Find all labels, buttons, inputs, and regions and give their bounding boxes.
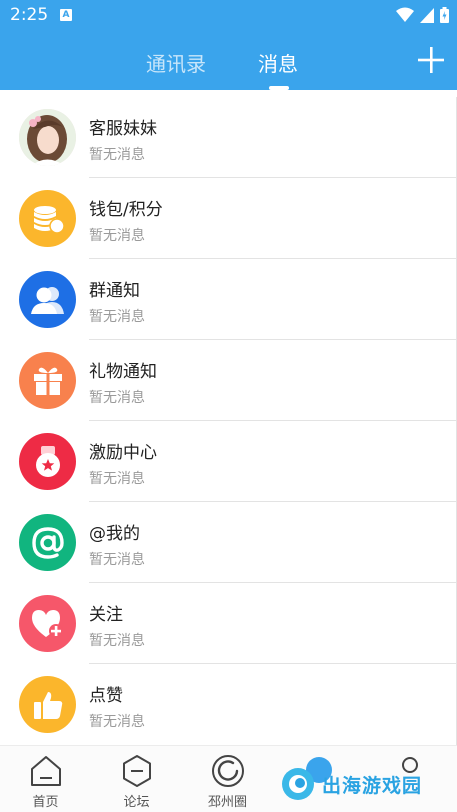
status-bar: 2:25 A (0, 0, 457, 30)
item-subtitle: 暂无消息 (89, 147, 145, 163)
avatar (19, 109, 76, 166)
item-subtitle: 暂无消息 (89, 309, 145, 325)
list-item-mentions[interactable]: @我的 暂无消息 (0, 502, 456, 583)
item-title: 客服妹妹 (89, 119, 157, 139)
item-subtitle: 暂无消息 (89, 471, 145, 487)
item-title: 激励中心 (89, 443, 157, 463)
avatar (19, 190, 76, 247)
avatar (19, 676, 76, 733)
status-time: 2:25 (10, 5, 49, 25)
list-item-wallet[interactable]: 钱包/积分 暂无消息 (0, 178, 456, 259)
item-subtitle: 暂无消息 (89, 390, 145, 406)
thumbs-up-icon (33, 691, 62, 719)
plus-icon[interactable] (417, 46, 445, 74)
avatar-photo-icon (19, 109, 76, 166)
tab-contacts[interactable]: 通讯录 (146, 48, 206, 77)
avatar (19, 595, 76, 652)
medal-icon (35, 445, 60, 477)
watermark: 出海游戏园 (280, 764, 422, 804)
item-subtitle: 暂无消息 (89, 228, 145, 244)
nav-home[interactable]: 首页 (0, 746, 91, 812)
avatar (19, 514, 76, 571)
nav-label: 邳州圈 (207, 795, 247, 810)
item-title: 钱包/积分 (89, 200, 163, 220)
item-subtitle: 暂无消息 (89, 552, 145, 568)
list-item-group-notice[interactable]: 群通知 暂无消息 (0, 259, 456, 340)
tab-messages[interactable]: 消息 (258, 48, 298, 77)
list-item-gift-notice[interactable]: 礼物通知 暂无消息 (0, 340, 456, 421)
item-title: 关注 (89, 605, 123, 625)
message-list: 客服妹妹 暂无消息 钱包/积分 暂无消息 群通知 暂无消息 礼物通知 暂无消息 … (0, 97, 457, 745)
app-header: 通讯录 消息 (0, 30, 457, 90)
heart-plus-icon (31, 609, 63, 638)
nav-label: 论坛 (123, 795, 150, 810)
avatar (19, 352, 76, 409)
notification-a-icon: A (60, 9, 72, 21)
group-icon (30, 286, 64, 314)
home-icon (31, 756, 61, 786)
list-item-incentive-center[interactable]: 激励中心 暂无消息 (0, 421, 456, 502)
nav-forum[interactable]: 论坛 (91, 746, 182, 812)
list-item-likes[interactable]: 点赞 暂无消息 (0, 664, 456, 745)
watermark-text: 出海游戏园 (322, 774, 423, 797)
list-item-follow[interactable]: 关注 暂无消息 (0, 583, 456, 664)
gift-icon (33, 367, 62, 395)
nav-pizhou-circle[interactable]: 邳州圈 (182, 746, 273, 812)
system-icons (396, 7, 449, 23)
avatar (19, 433, 76, 490)
item-subtitle: 暂无消息 (89, 633, 145, 649)
item-subtitle: 暂无消息 (89, 714, 145, 730)
item-title: 礼物通知 (89, 362, 157, 382)
circle-icon (212, 755, 244, 787)
battery-icon (440, 7, 449, 23)
item-title: 群通知 (89, 281, 140, 301)
nav-label: 首页 (32, 795, 59, 810)
item-title: @我的 (89, 524, 140, 544)
item-title: 点赞 (89, 686, 123, 706)
forum-icon (123, 755, 151, 787)
coins-icon (33, 205, 65, 234)
active-tab-indicator (269, 86, 289, 90)
at-icon (31, 526, 64, 559)
watermark-logo-icon (282, 768, 314, 800)
wifi-icon (396, 7, 414, 22)
signal-icon (420, 7, 434, 23)
avatar (19, 271, 76, 328)
list-item-customer-service[interactable]: 客服妹妹 暂无消息 (0, 97, 456, 178)
